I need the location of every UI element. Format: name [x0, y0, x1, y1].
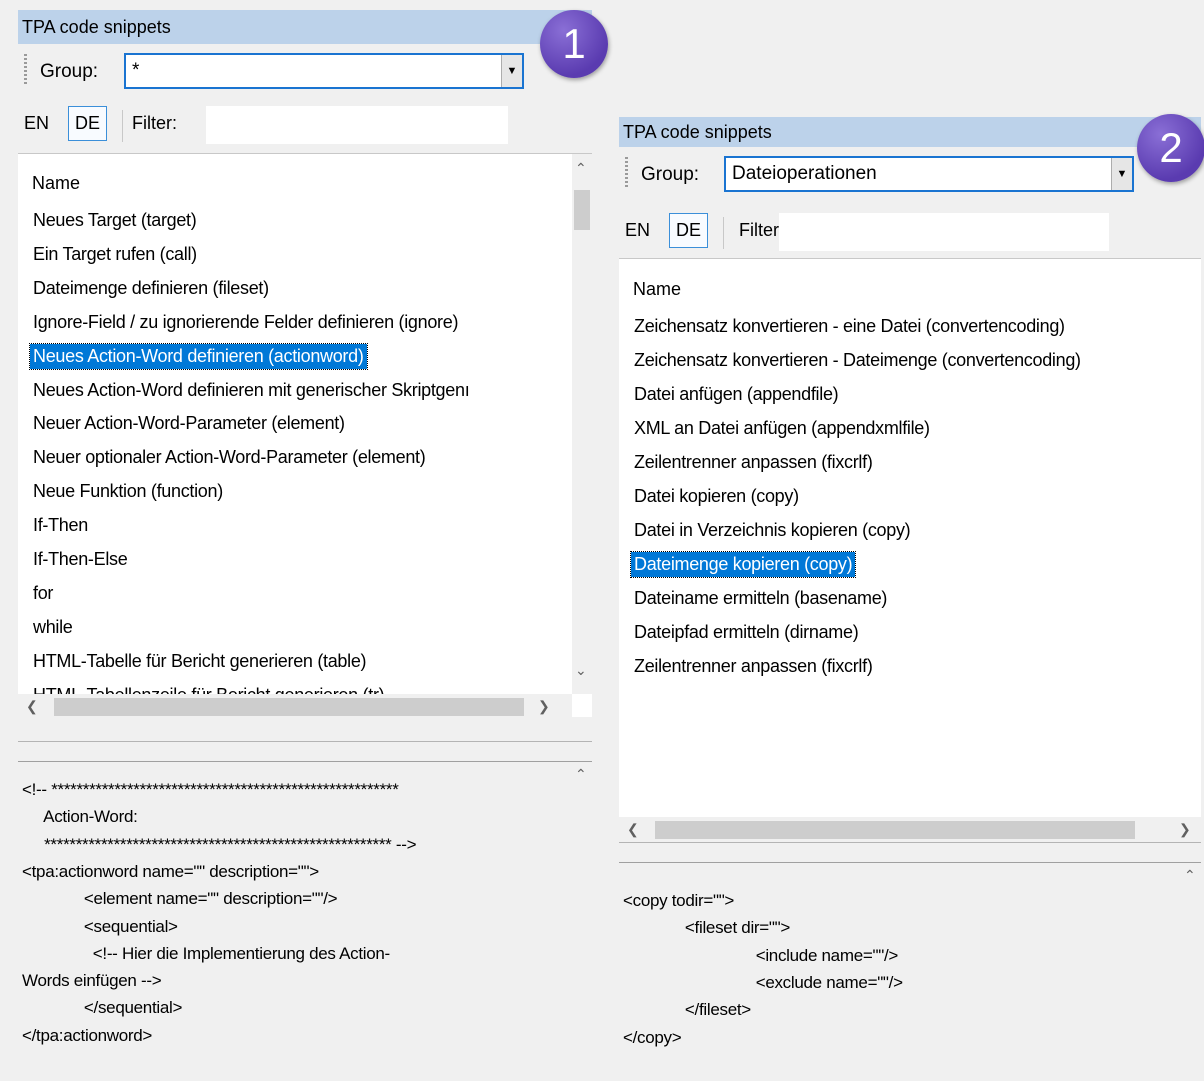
- list-item[interactable]: Neues Target (target): [30, 208, 199, 233]
- snippets-panel-1: TPA code snippets Group: * ▼ EN DE Filte…: [18, 10, 592, 1076]
- list-item[interactable]: Datei anfügen (appendfile): [631, 382, 841, 407]
- filter-input[interactable]: [206, 106, 508, 144]
- horizontal-scrollbar[interactable]: ❮ ❯: [619, 817, 1201, 843]
- snippet-list: Name Neues Target (target) Ein Target ruf…: [18, 153, 592, 717]
- list-item[interactable]: XML an Datei anfügen (appendxmlfile): [631, 416, 933, 441]
- scroll-thumb[interactable]: [655, 821, 1135, 839]
- group-select[interactable]: * ▼: [124, 53, 524, 89]
- code-line: <copy todir="">: [623, 891, 735, 910]
- group-toolbar: Group: * ▼: [18, 44, 592, 94]
- code-line: <include name=""/>: [623, 945, 899, 965]
- filter-label: Filter:: [739, 220, 784, 240]
- group-label: Group:: [40, 61, 99, 82]
- list-item[interactable]: Neue Funktion (function): [30, 479, 226, 504]
- code-line: </tpa:actionword>: [22, 1025, 153, 1045]
- step-badge-2: 2: [1137, 114, 1204, 182]
- code-line: <sequential>: [22, 916, 178, 936]
- scroll-up-icon[interactable]: ⌃: [575, 766, 587, 783]
- panel-title: TPA code snippets: [18, 10, 592, 44]
- code-line: </copy>: [623, 1027, 682, 1047]
- list-item[interactable]: If-Then-Else: [30, 547, 130, 572]
- list-item[interactable]: for: [30, 581, 56, 606]
- list-item[interactable]: Datei in Verzeichnis kopieren (copy): [631, 518, 913, 543]
- scroll-left-icon[interactable]: ❮: [627, 821, 639, 838]
- code-preview: <!-- ***********************************…: [18, 761, 592, 1076]
- code-line: Action-Word:: [22, 807, 138, 827]
- list-header-name[interactable]: Name: [633, 279, 681, 300]
- list-item[interactable]: Zeichensatz konvertieren - eine Datei (c…: [631, 314, 1068, 339]
- code-line: <!-- Hier die Implementierung des Action…: [22, 943, 390, 963]
- vertical-scrollbar[interactable]: ⌃: [1181, 863, 1201, 1075]
- list-item[interactable]: Dateiname ermitteln (basename): [631, 586, 890, 611]
- group-label: Group:: [641, 164, 700, 185]
- lang-en-button[interactable]: EN: [24, 113, 49, 134]
- toolbar-grip[interactable]: [24, 54, 27, 84]
- scroll-left-icon[interactable]: ❮: [26, 698, 38, 715]
- code-line: <tpa:actionword name="" description="">: [22, 861, 319, 881]
- toolbar-grip[interactable]: [625, 157, 628, 187]
- group-select[interactable]: Dateioperationen ▼: [724, 156, 1134, 192]
- group-value: Dateioperationen: [732, 163, 877, 184]
- pane-splitter[interactable]: [18, 741, 592, 762]
- code-line: <!-- ***********************************…: [22, 780, 399, 799]
- lang-de-button[interactable]: DE: [68, 106, 108, 141]
- vertical-scrollbar[interactable]: ⌃: [572, 762, 592, 1076]
- list-item[interactable]: Neuer optionaler Action-Word-Parameter (…: [30, 445, 428, 470]
- chevron-down-icon[interactable]: ▼: [501, 55, 522, 87]
- list-item[interactable]: Zeichensatz konvertieren - Dateimenge (c…: [631, 348, 1084, 373]
- vertical-scrollbar[interactable]: ⌃ ⌄: [572, 154, 592, 694]
- list-item[interactable]: Dateimenge kopieren (copy): [629, 551, 857, 578]
- panel-title: TPA code snippets: [619, 117, 1201, 147]
- list-item[interactable]: Ignore-Field / zu ignorierende Felder de…: [30, 310, 461, 335]
- code-line: <exclude name=""/>: [623, 972, 903, 992]
- list-item[interactable]: while: [30, 615, 76, 640]
- list-item[interactable]: Dateipfad ermitteln (dirname): [631, 620, 861, 645]
- filter-label: Filter:: [132, 113, 177, 133]
- list-item[interactable]: HTML-Tabelle für Bericht generieren (tab…: [30, 649, 369, 674]
- code-line: <element name="" description=""/>: [22, 889, 338, 909]
- snippet-list: Name Zeichensatz konvertieren - eine Dat…: [619, 258, 1201, 843]
- language-filter-bar: EN DE Filter:: [18, 104, 592, 148]
- chevron-down-icon[interactable]: ▼: [1111, 158, 1132, 190]
- scroll-thumb[interactable]: [574, 190, 590, 230]
- list-header-name[interactable]: Name: [32, 173, 80, 194]
- list-item[interactable]: If-Then: [30, 513, 91, 538]
- list-item[interactable]: Zeilentrenner anpassen (fixcrlf): [631, 450, 876, 475]
- code-line: </fileset>: [623, 1000, 751, 1020]
- group-toolbar: Group: Dateioperationen ▼: [619, 147, 1201, 197]
- step-badge-1: 1: [540, 10, 608, 78]
- group-value: *: [132, 60, 140, 81]
- list-item[interactable]: Neues Action-Word definieren (actionword…: [29, 342, 368, 370]
- toolbar-separator: [122, 110, 123, 142]
- code-line: ****************************************…: [22, 834, 417, 854]
- code-preview: <copy todir=""> <fileset dir=""> <includ…: [619, 862, 1201, 1075]
- snippets-panel-2: TPA code snippets Group: Dateioperatione…: [619, 117, 1201, 1075]
- pane-splitter[interactable]: [619, 842, 1201, 863]
- list-item[interactable]: Neuer Action-Word-Parameter (element): [30, 411, 348, 436]
- scroll-up-icon[interactable]: ⌃: [575, 160, 587, 177]
- list-item[interactable]: Neues Action-Word definieren mit generis…: [30, 378, 472, 403]
- lang-de-button[interactable]: DE: [669, 213, 709, 248]
- toolbar-separator: [723, 217, 724, 249]
- scroll-down-icon[interactable]: ⌄: [575, 662, 587, 679]
- code-line: Words einfügen -->: [22, 971, 162, 991]
- list-item[interactable]: Datei kopieren (copy): [631, 484, 802, 509]
- list-item[interactable]: Dateimenge definieren (fileset): [30, 276, 272, 301]
- language-filter-bar: EN DE Filter:: [619, 211, 1201, 255]
- horizontal-scrollbar[interactable]: ❮ ❯: [18, 694, 572, 717]
- list-item[interactable]: Zeilentrenner anpassen (fixcrlf): [631, 654, 876, 679]
- code-line: </sequential>: [22, 998, 183, 1018]
- scroll-thumb[interactable]: [54, 698, 524, 716]
- code-line: <fileset dir="">: [623, 918, 791, 938]
- lang-en-button[interactable]: EN: [625, 220, 650, 241]
- filter-input[interactable]: [779, 213, 1109, 251]
- scroll-right-icon[interactable]: ❯: [1179, 821, 1191, 838]
- list-item[interactable]: Ein Target rufen (call): [30, 242, 200, 267]
- scroll-right-icon[interactable]: ❯: [538, 698, 550, 715]
- scroll-up-icon[interactable]: ⌃: [1184, 867, 1196, 884]
